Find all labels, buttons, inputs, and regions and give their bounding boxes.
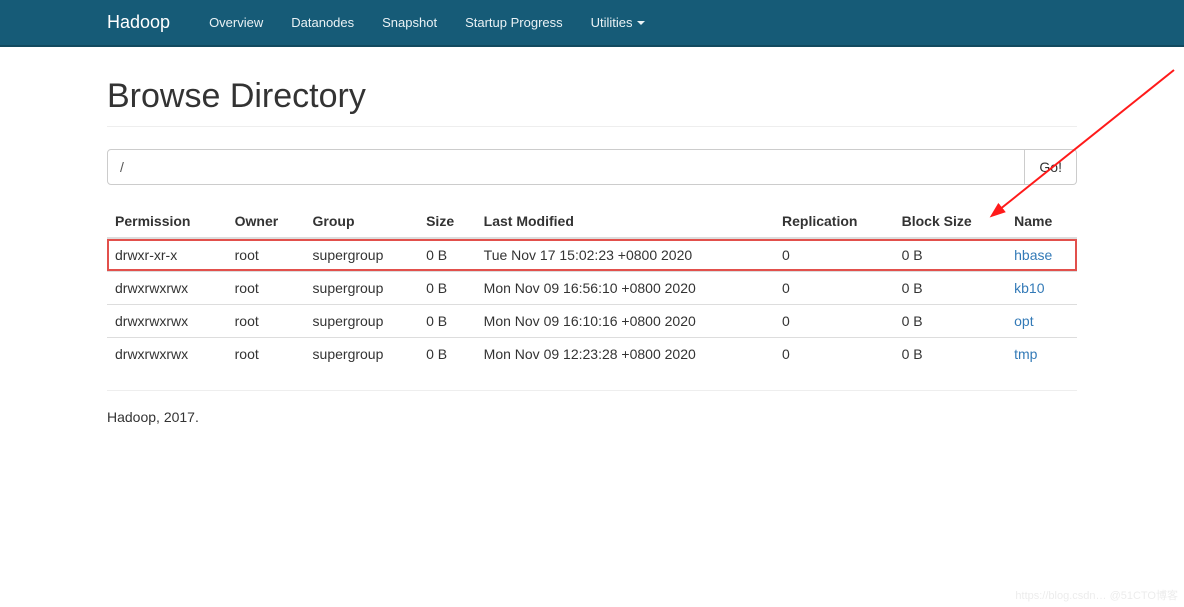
td-modified: Tue Nov 17 15:02:23 +0800 2020 [476,238,774,272]
table-header-row: Permission Owner Group Size Last Modifie… [107,205,1077,238]
th-last-modified: Last Modified [476,205,774,238]
th-block-size: Block Size [894,205,1007,238]
table-row: drwxrwxrwxrootsupergroup0 BMon Nov 09 16… [107,305,1077,338]
footer: Hadoop, 2017. [107,390,1077,443]
td-replication: 0 [774,338,894,371]
nav-link-utilities[interactable]: Utilities [577,1,659,44]
path-input-group: Go! [107,149,1077,185]
nav-link-overview[interactable]: Overview [195,1,277,44]
td-modified: Mon Nov 09 12:23:28 +0800 2020 [476,338,774,371]
directory-link[interactable]: tmp [1014,346,1037,362]
td-owner: root [227,238,305,272]
td-block-size: 0 B [894,272,1007,305]
th-owner: Owner [227,205,305,238]
td-name: hbase [1006,238,1077,272]
td-owner: root [227,272,305,305]
footer-text: Hadoop, 2017. [107,409,199,425]
td-modified: Mon Nov 09 16:56:10 +0800 2020 [476,272,774,305]
nav-link-datanodes[interactable]: Datanodes [277,1,368,44]
td-replication: 0 [774,272,894,305]
td-size: 0 B [418,305,476,338]
page-title: Browse Directory [107,77,1077,116]
td-replication: 0 [774,238,894,272]
td-block-size: 0 B [894,305,1007,338]
td-permission: drwxr-xr-x [107,238,227,272]
td-owner: root [227,305,305,338]
th-group: Group [305,205,419,238]
td-permission: drwxrwxrwx [107,338,227,371]
th-replication: Replication [774,205,894,238]
td-group: supergroup [305,338,419,371]
table-row: drwxrwxrwxrootsupergroup0 BMon Nov 09 12… [107,338,1077,371]
directory-table: Permission Owner Group Size Last Modifie… [107,205,1077,370]
td-block-size: 0 B [894,338,1007,371]
navbar: Hadoop Overview Datanodes Snapshot Start… [0,0,1184,47]
directory-link[interactable]: hbase [1014,247,1052,263]
watermark: https://blog.csdn… @51CTO博客 [1015,587,1178,603]
table-row: drwxrwxrwxrootsupergroup0 BMon Nov 09 16… [107,272,1077,305]
td-permission: drwxrwxrwx [107,272,227,305]
th-name: Name [1006,205,1077,238]
directory-link[interactable]: kb10 [1014,280,1044,296]
go-button[interactable]: Go! [1025,149,1077,185]
th-permission: Permission [107,205,227,238]
th-size: Size [418,205,476,238]
td-block-size: 0 B [894,238,1007,272]
td-size: 0 B [418,272,476,305]
nav-utilities-label: Utilities [591,15,633,30]
td-name: opt [1006,305,1077,338]
td-size: 0 B [418,338,476,371]
td-name: kb10 [1006,272,1077,305]
td-replication: 0 [774,305,894,338]
caret-down-icon [637,21,645,25]
brand: Hadoop [107,0,185,45]
td-owner: root [227,338,305,371]
td-group: supergroup [305,272,419,305]
nav-link-snapshot[interactable]: Snapshot [368,1,451,44]
directory-link[interactable]: opt [1014,313,1033,329]
td-size: 0 B [418,238,476,272]
td-name: tmp [1006,338,1077,371]
table-row: drwxr-xr-xrootsupergroup0 BTue Nov 17 15… [107,238,1077,272]
td-group: supergroup [305,305,419,338]
path-input[interactable] [107,149,1025,185]
page-header: Browse Directory [107,77,1077,127]
td-modified: Mon Nov 09 16:10:16 +0800 2020 [476,305,774,338]
td-group: supergroup [305,238,419,272]
nav-link-startup-progress[interactable]: Startup Progress [451,1,577,44]
td-permission: drwxrwxrwx [107,305,227,338]
